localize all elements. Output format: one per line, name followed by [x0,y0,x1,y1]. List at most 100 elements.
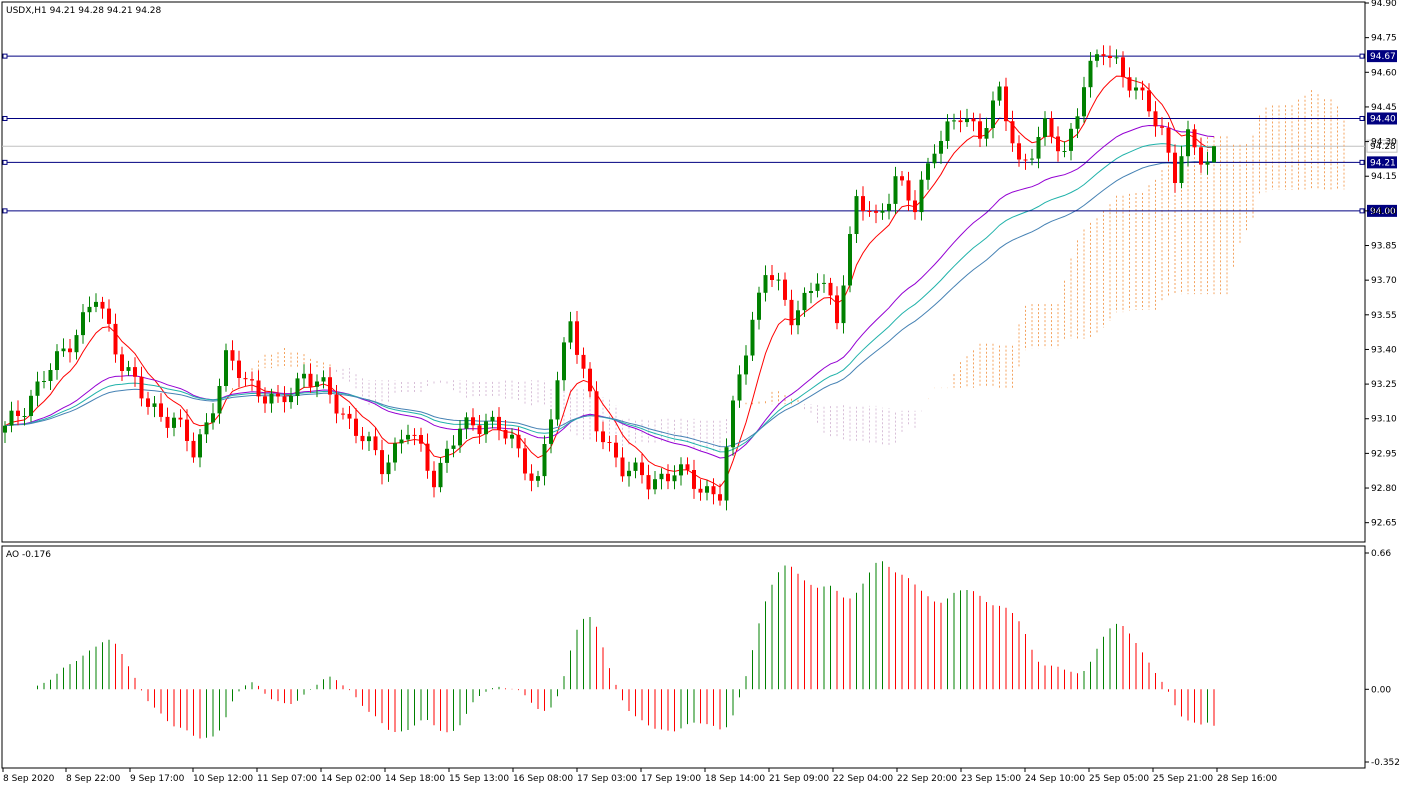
candle-body [373,436,378,451]
candle-body [1023,159,1028,161]
time-tick-label: 14 Sep 18:00 [385,774,445,784]
candle-body [380,450,384,475]
candle-body [874,211,878,213]
candle-body [952,120,956,122]
time-tick-label: 25 Sep 21:00 [1153,774,1213,784]
candle-body [35,381,40,396]
candle-body [510,434,514,439]
candle-body [16,410,20,416]
candle-body [737,374,742,401]
candle-body [42,381,46,382]
candle-body [692,470,696,489]
candle-body [555,380,560,420]
chart-title: USDX,H1 94.21 94.28 94.21 94.28 [6,6,162,16]
candle-body [243,378,248,380]
candle-body [776,279,781,281]
candle-body [802,292,807,311]
price-tick-label: 93.40 [1371,345,1397,355]
time-tick-label: 17 Sep 19:00 [641,774,701,784]
candle-body [958,120,963,123]
time-tick-label: 11 Sep 07:00 [257,774,317,784]
candle-body [22,416,27,417]
candle-body [477,425,482,435]
candle-body [94,301,98,307]
candle-body [185,419,189,441]
candle-body [464,417,469,429]
candle-body [1082,87,1086,117]
candle-body [536,476,540,481]
candle-body [822,282,826,284]
candle-body [360,435,365,442]
candle-body [1166,127,1171,153]
candle-body [113,323,118,355]
candle-body [939,141,943,154]
candle-body [445,448,449,463]
candle-body [997,86,1002,101]
candle-body [503,429,508,439]
candle-body [419,435,423,444]
candle-body [367,436,371,442]
candle-body [1095,54,1099,61]
chart-canvas[interactable]: 94.6794.4094.2194.0094.28 94.9094.7594.6… [0,0,1405,790]
candle-body [81,312,85,336]
candle-body [211,413,215,423]
candle-body [178,417,183,420]
candle-body [341,413,345,415]
candle-body [919,179,924,213]
candle-body [971,118,976,122]
price-tick-label: 92.95 [1371,449,1397,459]
candle-body [640,462,644,476]
candle-body [354,418,358,436]
level-handle-left [2,115,8,121]
price-tick-label: 94.30 [1371,138,1397,148]
candle-body [705,486,709,493]
candle-body [393,443,397,463]
candle-body [1140,87,1145,91]
candle-body [913,200,917,213]
candle-body [848,234,852,286]
time-tick-label: 10 Sep 12:00 [193,774,253,784]
candle-body [146,398,150,407]
candle-body [1088,60,1093,88]
candle-body [549,419,553,444]
candle-body [1049,118,1054,137]
time-tick-label: 22 Sep 04:00 [833,774,893,784]
time-tick-label: 15 Sep 13:00 [449,774,509,784]
candle-body [1075,116,1080,129]
candle-body [542,444,547,477]
candle-body [328,377,332,395]
candle-body [48,370,53,381]
level-handle-right [1359,159,1365,165]
candle-body [965,118,969,123]
price-tick-label: 92.80 [1371,484,1397,494]
candle-body [107,308,111,324]
time-tick-label: 28 Sep 16:00 [1217,774,1277,784]
candle-body [750,319,755,356]
time-tick-label: 16 Sep 08:00 [513,774,573,784]
price-tick-label: 94.75 [1371,34,1397,44]
candle-body [607,442,612,443]
price-tick-label: 93.85 [1371,242,1397,252]
candle-body [900,176,904,181]
candle-body [9,410,14,426]
candle-body [659,473,664,480]
candle-body [744,355,748,375]
candle-body [841,285,846,324]
candle-body [295,378,300,396]
candle-body [276,393,280,397]
price-tick-label: 94.00 [1371,207,1397,217]
candle-body [87,306,92,313]
candle-body [269,393,274,404]
candle-body [945,121,950,141]
time-tick-label: 17 Sep 03:00 [577,774,637,784]
candle-body [1030,158,1034,160]
candle-body [1153,111,1158,127]
candle-body [861,196,865,211]
candle-body [666,473,670,482]
time-tick-label: 23 Sep 15:00 [961,774,1021,784]
level-handle-right [1359,53,1365,59]
candle-body [256,380,261,397]
candle-body [984,128,989,139]
candle-body [588,368,592,392]
candle-body [263,396,267,404]
